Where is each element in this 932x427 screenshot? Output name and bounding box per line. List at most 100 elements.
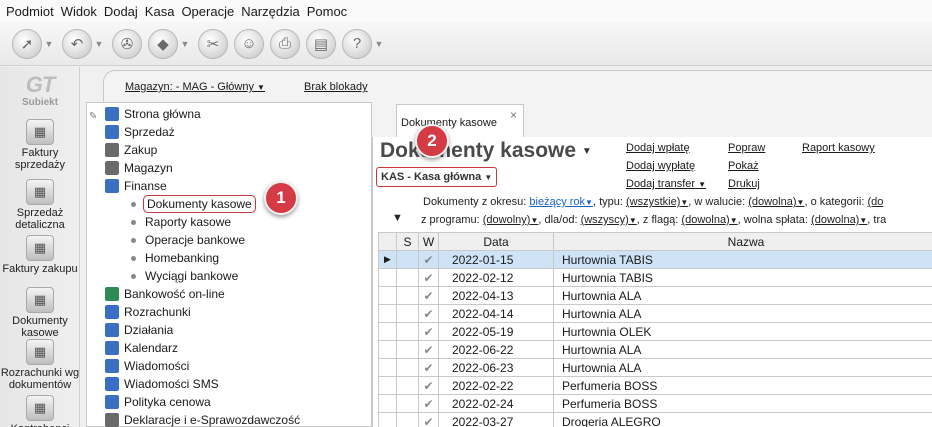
add-withdrawal-link[interactable]: Dodaj wypłatę (626, 160, 695, 172)
tree-item-0[interactable]: Strona główna (105, 105, 201, 123)
page-title[interactable]: Dokumenty kasowe ▼ (380, 139, 592, 163)
menu-item-2[interactable]: Dodaj (104, 4, 138, 19)
tree-item-12[interactable]: Działania (105, 321, 173, 339)
menu-item-4[interactable]: Operacje (181, 4, 234, 19)
menu-item-3[interactable]: Kasa (145, 4, 175, 19)
show-link[interactable]: Pokaż (728, 160, 759, 172)
flag-filter[interactable]: (dowolna)▼ (681, 214, 737, 226)
tree-item-9[interactable]: Wyciągi bankowe (87, 267, 238, 285)
category-label: , o kategorii: (804, 196, 865, 208)
currency-filter[interactable]: (dowolna)▼ (748, 196, 804, 208)
module-label: Faktury zakupu (2, 263, 78, 275)
tree-item-13[interactable]: Kalendarz (105, 339, 178, 357)
type-filter[interactable]: (wszystkie)▼ (626, 196, 688, 208)
table-row[interactable]: ✔ 2022-02-24 Perfumeria BOSS (378, 394, 932, 413)
cash-register-select[interactable]: KAS - Kasa główna ▼ (376, 167, 498, 187)
edit-link[interactable]: Popraw (728, 142, 765, 154)
column-date[interactable]: Data (438, 232, 554, 251)
register-icon: ▦ (26, 179, 54, 205)
table-row[interactable]: ✔ 2022-06-23 Hurtownia ALA (378, 358, 932, 377)
tree-item-6[interactable]: Raporty kasowe (87, 213, 231, 231)
tree-item-1[interactable]: Sprzedaż (105, 123, 175, 141)
module-5[interactable]: ▦ Kontrahenci (0, 395, 80, 427)
chevron-down-icon[interactable]: ▼ (92, 39, 106, 49)
module-4[interactable]: ▦ Rozrachunki wg dokumentów (0, 339, 80, 391)
add-deposit-link[interactable]: Dodaj wpłatę (626, 142, 690, 154)
eraser-button[interactable]: ◆ ▼ (148, 26, 192, 62)
column-w[interactable]: W (418, 232, 439, 251)
table-row[interactable]: ✔ 2022-04-13 Hurtownia ALA (378, 286, 932, 305)
check-icon: ✔ (418, 412, 439, 427)
chevron-down-icon[interactable]: ▼ (42, 39, 56, 49)
collapse-filters-icon[interactable]: ▼ (392, 212, 403, 224)
notebook-button[interactable]: ▤ (306, 26, 336, 62)
currency-label: , w walucie: (688, 196, 746, 208)
chevron-down-icon[interactable]: ▼ (372, 39, 386, 49)
tree-item-11[interactable]: Rozrachunki (105, 303, 191, 321)
table-row[interactable]: ✔ 2022-06-22 Hurtownia ALA (378, 340, 932, 359)
tree-item-4[interactable]: Finanse (105, 177, 167, 195)
indicator-header (378, 232, 397, 251)
program-filter[interactable]: (dowolny)▼ (483, 214, 539, 226)
cell-date: 2022-06-23 (438, 358, 554, 377)
tree-item-8[interactable]: Homebanking (87, 249, 219, 267)
tools-button[interactable]: ✂ (198, 26, 228, 62)
pin-icon[interactable]: ✎ (89, 111, 97, 122)
chevron-down-icon[interactable]: ▼ (178, 39, 192, 49)
close-tab-icon[interactable]: × (510, 108, 517, 122)
warehouse-select[interactable]: Magazyn: - MAG - Główny ▼ (125, 81, 265, 93)
check-icon: ✔ (418, 340, 439, 359)
tree-item-14[interactable]: Wiadomości (105, 357, 189, 375)
column-s[interactable]: S (396, 232, 419, 251)
table-row[interactable]: ✔ 2022-03-27 Drogeria ALEGRO (378, 412, 932, 427)
cell-s (396, 412, 419, 427)
tree-item-label: Wiadomości SMS (124, 377, 219, 391)
table-row[interactable]: ▶ ✔ 2022-01-15 Hurtownia TABIS (378, 250, 932, 269)
notebook-icon: ▤ (306, 28, 336, 59)
toolbar: ➚ ▼ ↶ ▼ ✇ ◆ ▼ ✂ ☺ ⎙ ▤? ▼ (0, 22, 932, 66)
menu-item-1[interactable]: Widok (61, 4, 97, 19)
column-name[interactable]: Nazwa (553, 232, 932, 251)
cash-report-link[interactable]: Raport kasowy (802, 142, 875, 154)
tree-item-2[interactable]: Zakup (105, 141, 157, 159)
tree-item-3[interactable]: Magazyn (105, 159, 173, 177)
help-button[interactable]: ? ▼ (342, 26, 386, 62)
module-0[interactable]: ▦ Faktury sprzedaży (0, 119, 80, 171)
back-button[interactable]: ↶ ▼ (62, 26, 106, 62)
menu-item-0[interactable]: Podmiot (6, 4, 54, 19)
table-row[interactable]: ✔ 2022-02-22 Perfumeria BOSS (378, 376, 932, 395)
menu-bar: Podmiot Widok Dodaj Kasa Operacje Narzędzia Po… (0, 0, 932, 22)
tree-item-15[interactable]: Wiadomości SMS (105, 375, 219, 393)
documents-table: S W Data Nazwa ▶ ✔ 2022-01-15 Hurtownia TAB… (378, 232, 932, 427)
type-label: , typu: (592, 196, 623, 208)
table-row[interactable]: ✔ 2022-05-19 Hurtownia OLEK (378, 322, 932, 341)
cell-date: 2022-05-19 (438, 322, 554, 341)
module-1[interactable]: ▦ Sprzedaż detaliczna (0, 179, 80, 231)
tree-item-7[interactable]: Operacje bankowe (87, 231, 245, 249)
printer-button[interactable]: ⎙ (270, 26, 300, 62)
period-filter[interactable]: bieżący rok▼ (529, 196, 593, 208)
table-row[interactable]: ✔ 2022-04-14 Hurtownia ALA (378, 304, 932, 323)
people-button[interactable]: ☺ (234, 26, 264, 62)
for-from-filter[interactable]: (wszyscy)▼ (581, 214, 637, 226)
tree-item-5[interactable]: Dokumenty kasowe (87, 195, 256, 213)
tree-item-10[interactable]: Bankowość on-line (105, 285, 225, 303)
module-bar: GT Subiekt ▦ Faktury sprzedaży ▦ Sprzedaż d… (0, 67, 80, 427)
menu-item-5[interactable]: Narzędzia (241, 4, 300, 19)
tree-item-16[interactable]: Polityka cenowa (105, 393, 211, 411)
print-link[interactable]: Drukuj (728, 178, 760, 190)
add-transfer-link[interactable]: Dodaj transfer ▼ (626, 178, 706, 190)
tree-item-17[interactable]: Deklaracje i e-Sprawozdawczość (105, 411, 300, 427)
cell-name: Drogeria ALEGRO (553, 412, 932, 427)
menu-item-6[interactable]: Pomoc (307, 4, 347, 19)
table-row[interactable]: ✔ 2022-02-12 Hurtownia TABIS (378, 268, 932, 287)
tab-dokumenty-kasowe[interactable]: Dokumenty kasowe × (396, 104, 524, 138)
stamp-button[interactable]: ✇ (112, 26, 142, 62)
module-3[interactable]: ▦ Dokumenty kasowe (0, 287, 80, 339)
row-indicator (378, 412, 397, 427)
lock-status-link[interactable]: Brak blokady (304, 81, 368, 93)
cursor-button[interactable]: ➚ ▼ (12, 26, 56, 62)
module-2[interactable]: ▦ Faktury zakupu (0, 235, 80, 275)
category-filter[interactable]: (do (867, 196, 883, 208)
repayment-filter[interactable]: (dowolna)▼ (811, 214, 867, 226)
